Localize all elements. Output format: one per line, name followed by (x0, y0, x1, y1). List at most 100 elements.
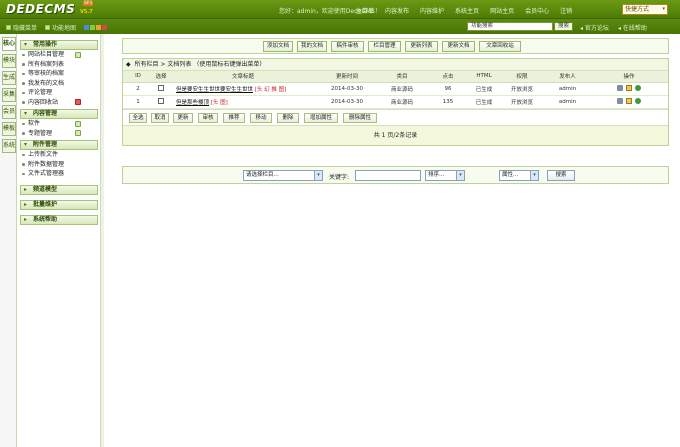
nav-logout[interactable]: 注销 (560, 6, 572, 15)
remove-attribute-button[interactable]: 删除属性 (343, 112, 377, 123)
attribute-select[interactable]: 属性... ▾ (499, 170, 539, 181)
tab-templates[interactable]: 模板 (2, 122, 16, 136)
tab-generate[interactable]: 生成 (2, 71, 16, 85)
menu-item-upload-file[interactable]: 上传新文件 (18, 150, 100, 160)
menu-group-common[interactable]: 常用操作 (20, 40, 98, 50)
skin-green-swatch[interactable] (90, 25, 96, 30)
col-clicks[interactable]: 点击 (427, 71, 469, 83)
nav-member-center[interactable]: 会员中心 (525, 6, 549, 15)
menu-item-label: 软件 (28, 120, 41, 127)
hide-menu-button[interactable]: 隐藏菜单 (6, 23, 37, 32)
edit-properties-icon[interactable] (617, 84, 623, 91)
add-icon[interactable] (75, 120, 81, 127)
add-attribute-button[interactable]: 增加属性 (304, 112, 338, 123)
menu-item-recycle-bin[interactable]: 内容回收站 (18, 98, 100, 108)
col-updated[interactable]: 更新时间 (317, 71, 377, 83)
category-manage-button[interactable]: 栏目管理 (368, 41, 401, 52)
col-id[interactable]: ID (123, 71, 153, 83)
bulk-recommend-button[interactable]: 推荐 (223, 112, 245, 123)
menu-item-file-manager[interactable]: 文件式管理器 (18, 169, 100, 179)
bulk-review-button[interactable]: 审核 (198, 112, 218, 123)
menu-group-attachments[interactable]: 附件管理 (20, 140, 98, 150)
quick-menu-dropdown[interactable]: 快捷方式 ▾ (622, 4, 668, 15)
tab-system[interactable]: 系统 (2, 139, 16, 153)
edit-document-icon[interactable] (626, 84, 632, 91)
nav-maintain[interactable]: 内容维护 (420, 6, 444, 15)
skin-red-swatch[interactable] (102, 25, 108, 30)
skin-orange-swatch[interactable] (96, 25, 102, 30)
sitemap-button[interactable]: 功能地图 (45, 23, 76, 32)
deselect-button[interactable]: 取消 (151, 112, 169, 123)
tab-modules[interactable]: 模块 (2, 54, 16, 68)
bulk-move-button[interactable]: 移动 (250, 112, 272, 123)
forum-link[interactable]: ◂ 官方论坛 (580, 23, 609, 32)
bulk-update-button[interactable]: 更新 (173, 112, 193, 123)
edit-properties-icon[interactable] (617, 97, 623, 104)
menu-item-pending-review[interactable]: 等审核的档案 (18, 69, 100, 79)
menu-item-label: 等审核的档案 (28, 70, 65, 77)
help-link[interactable]: ◂ 在线帮助 (618, 23, 647, 32)
nav-system-home[interactable]: 系统主页 (455, 6, 479, 15)
skin-blue-swatch[interactable] (84, 25, 90, 30)
menu-group-channel-model[interactable]: 频道模型 (20, 184, 98, 195)
menu-item-label: 内容回收站 (28, 98, 59, 106)
edit-document-icon[interactable] (626, 97, 632, 104)
tab-core[interactable]: 核心 (2, 37, 16, 51)
menu-item-label: 我发布的文档 (28, 79, 65, 87)
column-select[interactable]: 请选择栏目... ▾ (243, 170, 323, 181)
trash-icon[interactable] (75, 99, 81, 105)
attribute-select-value: 属性... (502, 172, 519, 178)
menu-group-help[interactable]: 系统帮助 (20, 214, 98, 225)
menu-item-label: 文件式管理器 (28, 170, 65, 177)
function-search-input[interactable]: 功能搜索 (467, 22, 553, 31)
update-list-button[interactable]: 更新列表 (405, 41, 438, 52)
menu-item-category-manage[interactable]: 网站栏目管理 (18, 50, 100, 60)
menu-item-comments[interactable]: 评论管理 (18, 88, 100, 98)
row-checkbox[interactable] (158, 98, 164, 105)
sort-select-value: 排序... (428, 172, 445, 178)
keyword-input[interactable] (355, 170, 421, 181)
add-document-button[interactable]: 添加文档 (263, 41, 293, 52)
recycle-bin-button[interactable]: 文章回收站 (479, 41, 521, 52)
select-all-button[interactable]: 全选 (129, 112, 147, 123)
menu-item-my-documents[interactable]: 我发布的文档 (18, 79, 100, 89)
tab-members[interactable]: 会员 (2, 105, 16, 119)
preview-icon[interactable] (635, 97, 641, 104)
row-author: admin (545, 95, 590, 109)
pager: 共 1 页/2条记录 (123, 124, 668, 145)
row-category[interactable]: 商业源码 (377, 82, 427, 96)
skin-switcher (84, 23, 108, 32)
row-checkbox[interactable] (158, 85, 164, 92)
menu-item-attachment-data[interactable]: 附件数据管理 (18, 160, 100, 170)
nav-site-home[interactable]: 网站主页 (490, 6, 514, 15)
tab-collect[interactable]: 采集 (2, 88, 16, 102)
row-title-link[interactable]: 但是那些楼顶 (176, 100, 209, 106)
preview-icon[interactable] (635, 84, 641, 91)
row-category[interactable]: 商业源码 (377, 95, 427, 109)
review-button[interactable]: 稿件审核 (331, 41, 364, 52)
row-title-link[interactable]: 但是要安生生世世要安生生世世 (176, 87, 253, 93)
nav-main-menu[interactable]: 主菜单 (356, 6, 374, 15)
menu-group-content[interactable]: 内容管理 (20, 109, 98, 119)
bulk-delete-button[interactable]: 删除 (277, 112, 299, 123)
filter-search-button[interactable]: 搜索 (547, 170, 575, 181)
menu-item-label: 专题管理 (28, 129, 53, 137)
row-permission: 开放浏览 (499, 82, 545, 96)
menu-item-topics[interactable]: 专题管理 (18, 129, 100, 139)
version-label: V5.7 (80, 9, 93, 15)
sort-select[interactable]: 排序... ▾ (425, 170, 465, 181)
col-title[interactable]: 文章标题 (169, 71, 317, 83)
function-search-button[interactable]: 搜索 (554, 22, 573, 31)
col-category[interactable]: 类目 (377, 71, 427, 83)
menu-item-software[interactable]: 软件 (18, 119, 100, 129)
add-icon[interactable] (75, 51, 81, 58)
menu-splitter[interactable] (100, 34, 104, 447)
table-row: 2 但是要安生生世世要安生生世世 [头 幻 推 图] 2014-03-30 商业… (123, 82, 668, 96)
menu-item-all-documents[interactable]: 所有档案列表 (18, 60, 100, 70)
menu-group-batch[interactable]: 批量维护 (20, 199, 98, 210)
update-documents-button[interactable]: 更新文档 (442, 41, 475, 52)
add-icon[interactable] (75, 130, 81, 136)
my-documents-button[interactable]: 我的文档 (297, 41, 327, 52)
nav-publish[interactable]: 内容发布 (385, 6, 409, 15)
top-nav: 主菜单 内容发布 内容维护 系统主页 网站主页 会员中心 注销 (356, 6, 583, 15)
